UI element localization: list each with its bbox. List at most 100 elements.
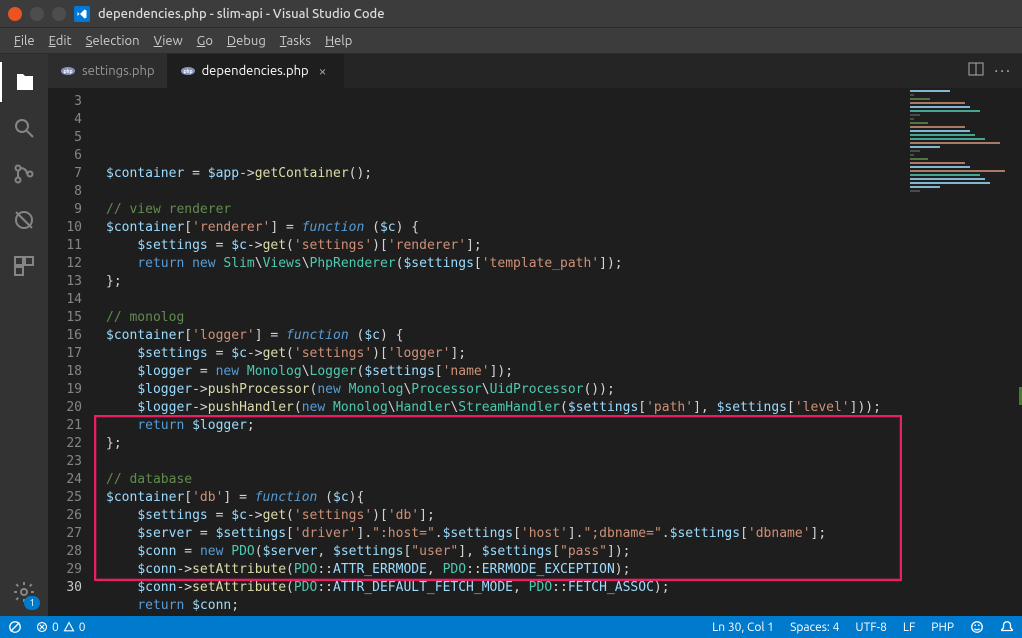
tab-bar: phpsettings.phpphpdependencies.php× ··· bbox=[48, 54, 1022, 89]
line-number: 5 bbox=[52, 129, 82, 147]
code-line[interactable]: // view renderer bbox=[106, 201, 1014, 219]
code-line[interactable]: $logger->pushProcessor(new Monolog\Proce… bbox=[106, 381, 1014, 399]
window-minimize-icon[interactable] bbox=[30, 7, 44, 21]
code-line[interactable]: }; bbox=[106, 615, 1014, 616]
tab-dependencies-php[interactable]: phpdependencies.php× bbox=[168, 54, 344, 88]
line-number: 13 bbox=[52, 273, 82, 291]
window-maximize-icon[interactable] bbox=[52, 7, 66, 21]
status-eol[interactable]: LF bbox=[903, 621, 915, 634]
settings-badge: 1 bbox=[24, 596, 40, 610]
code-line[interactable]: $conn = new PDO($server, $settings["user… bbox=[106, 543, 1014, 561]
status-notifications-icon[interactable] bbox=[1000, 620, 1014, 634]
line-number: 9 bbox=[52, 201, 82, 219]
menu-go[interactable]: Go bbox=[191, 31, 219, 51]
tabbar-actions: ··· bbox=[958, 54, 1022, 88]
line-number: 22 bbox=[52, 435, 82, 453]
svg-text:php: php bbox=[183, 68, 192, 74]
menu-debug[interactable]: Debug bbox=[221, 31, 272, 51]
menu-file[interactable]: File bbox=[8, 31, 41, 51]
line-number: 18 bbox=[52, 363, 82, 381]
line-number: 6 bbox=[52, 147, 82, 165]
status-indentation[interactable]: Spaces: 4 bbox=[790, 621, 839, 634]
line-number-gutter: 3456789101112131415161718192021222324252… bbox=[48, 89, 98, 616]
menubar: FileEditSelectionViewGoDebugTasksHelp bbox=[0, 28, 1022, 54]
error-count: 0 bbox=[52, 621, 59, 634]
explorer-icon[interactable] bbox=[0, 62, 48, 102]
menu-selection[interactable]: Selection bbox=[80, 31, 146, 51]
code-line[interactable] bbox=[106, 147, 1014, 165]
code-line[interactable]: $logger->pushHandler(new Monolog\Handler… bbox=[106, 399, 1014, 417]
menu-edit[interactable]: Edit bbox=[43, 31, 78, 51]
line-number: 10 bbox=[52, 219, 82, 237]
line-number: 23 bbox=[52, 453, 82, 471]
line-number: 15 bbox=[52, 309, 82, 327]
code-line[interactable]: }; bbox=[106, 273, 1014, 291]
line-number: 14 bbox=[52, 291, 82, 309]
code-line[interactable]: return $logger; bbox=[106, 417, 1014, 435]
code-line[interactable]: $container = $app->getContainer(); bbox=[106, 165, 1014, 183]
status-cursor-position[interactable]: Ln 30, Col 1 bbox=[712, 621, 774, 634]
line-number: 8 bbox=[52, 183, 82, 201]
line-number: 4 bbox=[52, 111, 82, 129]
debug-icon[interactable] bbox=[0, 200, 48, 240]
extensions-icon[interactable] bbox=[0, 246, 48, 286]
code-content[interactable]: $container = $app->getContainer(); // vie… bbox=[98, 89, 1022, 616]
activity-bar: 1 bbox=[0, 54, 48, 616]
code-line[interactable]: $settings = $c->get('settings')['db']; bbox=[106, 507, 1014, 525]
code-line[interactable]: }; bbox=[106, 435, 1014, 453]
split-editor-icon[interactable] bbox=[968, 61, 984, 81]
line-number: 7 bbox=[52, 165, 82, 183]
line-number: 21 bbox=[52, 417, 82, 435]
line-number: 17 bbox=[52, 345, 82, 363]
code-line[interactable]: $server = $settings['driver'].":host=".$… bbox=[106, 525, 1014, 543]
status-language[interactable]: PHP bbox=[931, 621, 954, 634]
menu-tasks[interactable]: Tasks bbox=[274, 31, 317, 51]
code-line[interactable]: $settings = $c->get('settings')['rendere… bbox=[106, 237, 1014, 255]
menu-help[interactable]: Help bbox=[319, 31, 358, 51]
code-line[interactable] bbox=[106, 183, 1014, 201]
source-control-icon[interactable] bbox=[0, 154, 48, 194]
code-line[interactable]: $container['logger'] = function ($c) { bbox=[106, 327, 1014, 345]
status-encoding[interactable]: UTF-8 bbox=[855, 621, 886, 634]
line-number: 29 bbox=[52, 561, 82, 579]
line-number: 11 bbox=[52, 237, 82, 255]
status-bar: 0 0 Ln 30, Col 1 Spaces: 4 UTF-8 LF PHP bbox=[0, 616, 1022, 638]
line-number: 20 bbox=[52, 399, 82, 417]
code-line[interactable]: return $conn; bbox=[106, 597, 1014, 615]
line-number: 27 bbox=[52, 525, 82, 543]
code-line[interactable]: $container['renderer'] = function ($c) { bbox=[106, 219, 1014, 237]
text-editor[interactable]: 3456789101112131415161718192021222324252… bbox=[48, 89, 1022, 616]
more-actions-icon[interactable]: ··· bbox=[994, 62, 1012, 80]
php-file-icon: php bbox=[60, 63, 76, 79]
line-number: 30 bbox=[52, 579, 82, 597]
code-line[interactable]: $settings = $c->get('settings')['logger'… bbox=[106, 345, 1014, 363]
code-line[interactable]: $container['db'] = function ($c){ bbox=[106, 489, 1014, 507]
line-number: 16 bbox=[52, 327, 82, 345]
search-icon[interactable] bbox=[0, 108, 48, 148]
line-number: 25 bbox=[52, 489, 82, 507]
tab-label: settings.php bbox=[82, 64, 155, 78]
status-remote-icon[interactable] bbox=[8, 620, 22, 634]
tab-settings-php[interactable]: php settings.php bbox=[48, 54, 168, 88]
code-line[interactable]: // database bbox=[106, 471, 1014, 489]
menu-view[interactable]: View bbox=[148, 31, 189, 51]
vscode-icon bbox=[74, 6, 90, 22]
window-titlebar: dependencies.php - slim-api - Visual Stu… bbox=[0, 0, 1022, 28]
close-icon[interactable]: × bbox=[315, 63, 331, 79]
line-number: 26 bbox=[52, 507, 82, 525]
status-problems[interactable]: 0 0 bbox=[36, 621, 86, 634]
code-line[interactable]: $conn->setAttribute(PDO::ATTR_DEFAULT_FE… bbox=[106, 579, 1014, 597]
window-close-icon[interactable] bbox=[8, 7, 22, 21]
code-line[interactable]: // monolog bbox=[106, 309, 1014, 327]
code-line[interactable]: $conn->setAttribute(PDO::ATTR_ERRMODE, P… bbox=[106, 561, 1014, 579]
code-line[interactable]: return new Slim\Views\PhpRenderer($setti… bbox=[106, 255, 1014, 273]
code-line[interactable] bbox=[106, 453, 1014, 471]
line-number: 24 bbox=[52, 471, 82, 489]
settings-gear-icon[interactable]: 1 bbox=[0, 572, 48, 612]
line-number: 12 bbox=[52, 255, 82, 273]
code-line[interactable]: $logger = new Monolog\Logger($settings['… bbox=[106, 363, 1014, 381]
status-feedback-icon[interactable] bbox=[970, 620, 984, 634]
line-number: 28 bbox=[52, 543, 82, 561]
code-line[interactable] bbox=[106, 291, 1014, 309]
window-title: dependencies.php - slim-api - Visual Stu… bbox=[98, 7, 385, 21]
